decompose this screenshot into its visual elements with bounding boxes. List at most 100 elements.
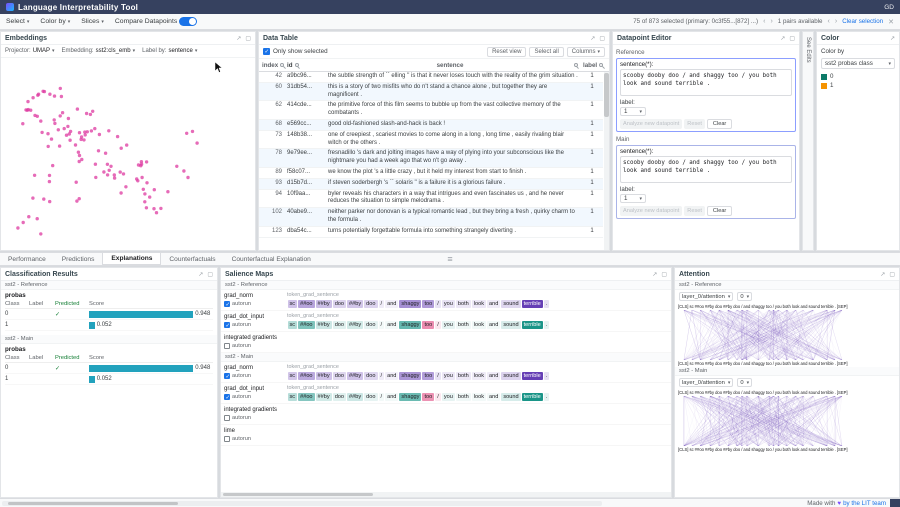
only-show-selected-checkbox[interactable]	[263, 48, 270, 55]
salience-token[interactable]: ##oo	[298, 300, 314, 308]
table-row[interactable]: 789e79ee...fresnadillo 's dark and jolti…	[259, 149, 603, 168]
attention-token[interactable]: /	[741, 446, 742, 453]
maximize-icon[interactable]: ↗	[590, 35, 595, 42]
embedding-point[interactable]	[104, 152, 107, 155]
attention-token[interactable]: .	[835, 389, 836, 396]
attention-token[interactable]: you	[775, 446, 782, 453]
footer-lit-team-link[interactable]: by the LIT team	[843, 500, 886, 507]
attention-token[interactable]: both	[783, 303, 791, 310]
prev-pair-icon[interactable]: ‹	[828, 18, 830, 25]
embedding-point[interactable]	[195, 141, 198, 144]
embedding-point[interactable]	[65, 134, 68, 137]
reset-button[interactable]: Reset	[684, 206, 705, 216]
embedding-point[interactable]	[120, 147, 123, 150]
embedding-point[interactable]	[84, 133, 87, 136]
close-icon[interactable]: ✕	[888, 18, 894, 26]
salience-token[interactable]: look	[472, 321, 486, 329]
head-select[interactable]: 0▾	[737, 378, 752, 387]
see-edits-tab[interactable]: See Edits	[802, 31, 814, 251]
attention-token[interactable]: too	[766, 389, 772, 396]
attention-token[interactable]: sc	[689, 446, 693, 453]
attention-token[interactable]: you	[775, 389, 782, 396]
salience-token[interactable]: doo	[364, 393, 377, 401]
attention-token[interactable]: .	[835, 360, 836, 367]
embedding-point[interactable]	[145, 181, 148, 184]
attention-token[interactable]: terrible	[821, 389, 834, 396]
salience-token[interactable]: sc	[288, 321, 298, 329]
embedding-point[interactable]	[90, 129, 93, 132]
salience-token[interactable]: ##oo	[298, 372, 314, 380]
embedding-point[interactable]	[175, 165, 178, 168]
salience-token[interactable]: and	[385, 372, 398, 380]
embedding-point[interactable]	[60, 95, 63, 98]
popout-icon[interactable]: ▢	[789, 35, 795, 42]
embedding-point[interactable]	[155, 211, 158, 214]
attention-token[interactable]: /	[773, 303, 774, 310]
salience-token[interactable]: and	[487, 321, 500, 329]
salience-token[interactable]: .	[544, 393, 550, 401]
label-select[interactable]: 1▾	[620, 107, 646, 116]
attention-token[interactable]: ##oo	[695, 360, 704, 367]
attention-token[interactable]: ##by	[723, 360, 732, 367]
embedding-point[interactable]	[48, 180, 51, 183]
attention-token[interactable]: /	[773, 360, 774, 367]
embedding-point[interactable]	[58, 144, 61, 147]
embedding-point[interactable]	[113, 173, 116, 176]
attention-token[interactable]: /	[741, 389, 742, 396]
salience-token[interactable]: too	[422, 321, 434, 329]
embedding-point[interactable]	[113, 176, 116, 179]
attention-token[interactable]: [SEP]	[837, 360, 848, 367]
column-header-sentence[interactable]: sentence	[325, 61, 581, 70]
attention-token[interactable]: /	[741, 303, 742, 310]
attention-token[interactable]: sc	[689, 389, 693, 396]
salience-token[interactable]: terrible	[522, 321, 543, 329]
attention-token[interactable]: ##oo	[695, 446, 704, 453]
clear-selection-button[interactable]: Clear selection	[842, 18, 883, 25]
salience-token[interactable]: doo	[364, 300, 377, 308]
salience-token[interactable]: ##oo	[298, 321, 314, 329]
attention-token[interactable]: look	[792, 303, 800, 310]
attention-token[interactable]: and	[800, 389, 807, 396]
layer-select[interactable]: layer_0/attention▾	[679, 378, 733, 387]
salience-token[interactable]: sc	[288, 372, 298, 380]
maximize-icon[interactable]: ↗	[652, 271, 657, 278]
salience-token[interactable]: both	[456, 393, 471, 401]
attention-token[interactable]: you	[775, 303, 782, 310]
embedding-point[interactable]	[152, 207, 155, 210]
embedding-point[interactable]	[122, 172, 125, 175]
embedding-point[interactable]	[86, 130, 89, 133]
embedding-point[interactable]	[47, 145, 50, 148]
embedding-point[interactable]	[75, 181, 78, 184]
compare-datapoints-toggle[interactable]	[179, 17, 197, 26]
tab-predictions[interactable]: Predictions	[54, 253, 103, 265]
search-icon[interactable]	[295, 63, 299, 67]
salience-token[interactable]: /	[379, 321, 385, 329]
next-datapoint-icon[interactable]: ›	[770, 18, 772, 25]
attention-token[interactable]: and	[800, 360, 807, 367]
embedding-point[interactable]	[77, 151, 80, 154]
search-icon[interactable]	[574, 63, 578, 67]
attention-token[interactable]: look	[792, 446, 800, 453]
attention-token[interactable]: and	[800, 446, 807, 453]
embedding-point[interactable]	[124, 185, 127, 188]
embedding-point[interactable]	[78, 154, 81, 157]
salience-token[interactable]: you	[442, 300, 455, 308]
table-row[interactable]: 89f58c07...we know the plot 's a little …	[259, 168, 603, 179]
maximize-icon[interactable]: ↗	[198, 271, 203, 278]
attention-token[interactable]: shaggy	[751, 360, 765, 367]
attention-token[interactable]: sc	[689, 303, 693, 310]
tab-counterfactual-explanation[interactable]: Counterfactual Explanation	[224, 253, 319, 265]
attention-token[interactable]: [SEP]	[837, 303, 848, 310]
salience-token[interactable]: /	[435, 300, 441, 308]
salience-token[interactable]: doo	[333, 321, 346, 329]
analyze-new-datapoint-button[interactable]: Analyze new datapoint	[620, 206, 682, 216]
attention-token[interactable]: ##by	[705, 446, 714, 453]
salience-token[interactable]: and	[385, 321, 398, 329]
embedding-point[interactable]	[33, 174, 36, 177]
embedding-point[interactable]	[191, 130, 194, 133]
sentence-textarea[interactable]: scooby dooby doo / and shaggy too / you …	[620, 156, 792, 183]
salience-token[interactable]: and	[487, 300, 500, 308]
attention-token[interactable]: ##by	[723, 446, 732, 453]
attention-token[interactable]: [CLS]	[678, 446, 688, 453]
maximize-icon[interactable]: ↗	[236, 35, 241, 42]
